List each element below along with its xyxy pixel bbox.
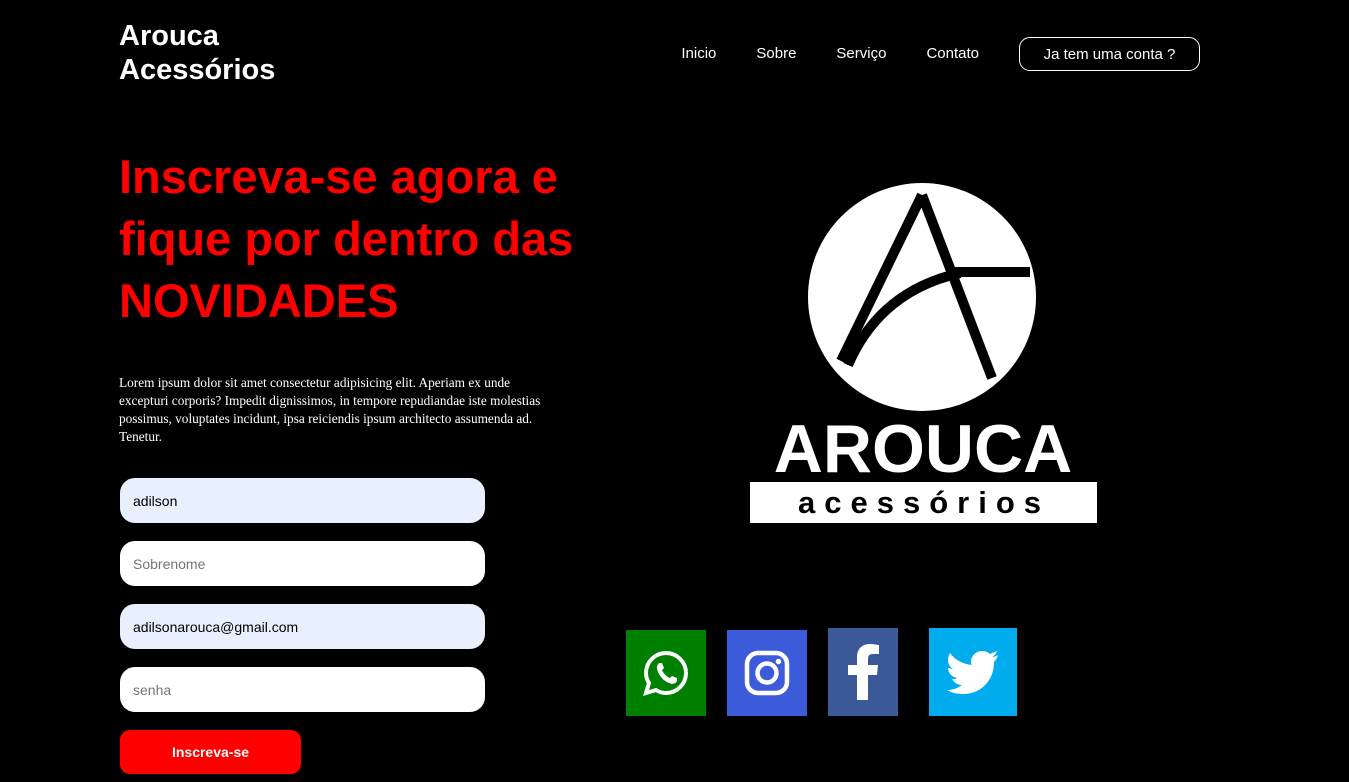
- email-input[interactable]: [120, 604, 485, 649]
- facebook-icon: [848, 644, 879, 700]
- last-name-input[interactable]: [120, 541, 485, 586]
- facebook-link[interactable]: [828, 628, 898, 716]
- instagram-link[interactable]: [727, 630, 807, 716]
- nav-link-servico[interactable]: Serviço: [836, 37, 886, 71]
- nav-link-sobre[interactable]: Sobre: [756, 37, 796, 71]
- whatsapp-link[interactable]: [626, 630, 706, 716]
- logo-wordmark: AROUCA: [774, 411, 1072, 487]
- hero-headline: Inscreva-se agora e fique por dentro das…: [119, 146, 639, 332]
- twitter-icon: [947, 651, 998, 694]
- brand-line-1: Arouca: [119, 20, 219, 52]
- main-nav: Inicio Sobre Serviço Contato Ja tem uma …: [681, 37, 1200, 71]
- arouca-logo: AROUCA acessórios: [750, 183, 1097, 523]
- twitter-link[interactable]: [929, 628, 1017, 716]
- logo-subtitle: acessórios: [798, 485, 1050, 520]
- headline-line-3: NOVIDADES: [119, 274, 399, 327]
- brand-line-2: Acessórios: [119, 54, 276, 86]
- brand-logo-text[interactable]: Arouca Acessórios: [119, 19, 275, 87]
- nav-link-inicio[interactable]: Inicio: [681, 37, 716, 71]
- subscribe-button[interactable]: Inscreva-se: [120, 730, 301, 774]
- headline-line-2: fique por dentro das: [119, 212, 574, 265]
- first-name-input[interactable]: [120, 478, 485, 523]
- password-input[interactable]: [120, 667, 485, 712]
- nav-link-contato[interactable]: Contato: [926, 37, 979, 71]
- whatsapp-icon: [643, 650, 689, 696]
- login-button[interactable]: Ja tem uma conta ?: [1019, 37, 1200, 71]
- instagram-icon: [744, 650, 790, 696]
- intro-paragraph: Lorem ipsum dolor sit amet consectetur a…: [119, 375, 541, 444]
- headline-line-1: Inscreva-se agora e: [119, 150, 558, 203]
